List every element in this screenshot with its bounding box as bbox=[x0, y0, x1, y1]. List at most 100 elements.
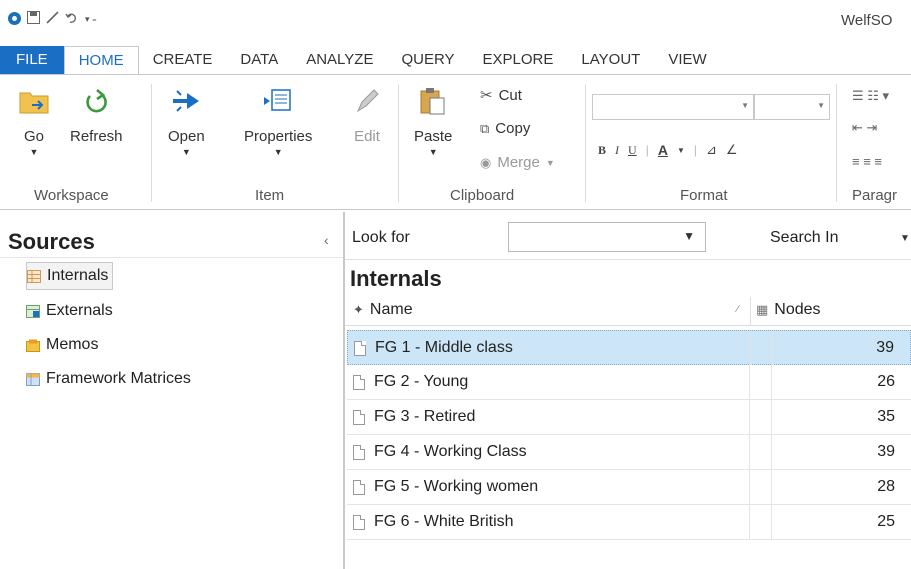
customize-icon[interactable]: ▾ ₌ bbox=[85, 12, 97, 26]
framework-matrices-icon bbox=[26, 372, 40, 386]
bold-button[interactable]: B bbox=[598, 143, 606, 158]
group-label-paragraph: Paragr bbox=[852, 187, 898, 204]
table-row[interactable]: FG 1 - Middle class 39 bbox=[347, 330, 911, 365]
search-in-button[interactable]: Search In bbox=[770, 229, 838, 247]
paste-icon bbox=[414, 84, 452, 118]
underline-button[interactable]: U bbox=[628, 143, 637, 158]
chevron-down-icon: ▼ bbox=[273, 147, 283, 157]
chevron-down-icon: ▼ bbox=[545, 157, 555, 168]
cell-separator bbox=[749, 400, 750, 434]
ribbon-separator bbox=[151, 84, 152, 202]
cell-separator bbox=[749, 505, 750, 539]
chevron-down-icon: ▼ bbox=[817, 101, 825, 110]
tab-analyze[interactable]: ANALYZE bbox=[292, 46, 387, 74]
table-row[interactable]: FG 4 - Working Class 39 bbox=[347, 435, 911, 470]
ribbon-separator bbox=[836, 84, 837, 202]
table-row[interactable]: FG 5 - Working women 28 bbox=[347, 470, 911, 505]
chevron-down-icon: ▼ bbox=[676, 145, 685, 155]
cell-separator bbox=[771, 435, 772, 469]
tab-explore[interactable]: EXPLORE bbox=[469, 46, 568, 74]
save-icon[interactable] bbox=[27, 11, 40, 26]
tab-data[interactable]: DATA bbox=[226, 46, 292, 74]
font-family-combo[interactable]: ▼ bbox=[592, 94, 754, 120]
refresh-button[interactable]: Refresh bbox=[70, 84, 123, 145]
tab-home[interactable]: HOME bbox=[63, 46, 139, 74]
document-icon bbox=[353, 515, 365, 530]
document-icon bbox=[353, 445, 365, 460]
title-bar: ▾ ₌ WelfSO bbox=[0, 0, 911, 46]
chevron-down-icon[interactable]: ▼ bbox=[683, 229, 695, 243]
column-header-name[interactable]: ✦ Name bbox=[353, 301, 413, 319]
look-for-input[interactable]: ▼ bbox=[508, 222, 706, 252]
memos-icon bbox=[26, 339, 40, 352]
table-row[interactable]: FG 6 - White British 25 bbox=[347, 505, 911, 540]
chevron-down-icon: ▼ bbox=[181, 147, 191, 157]
go-folder-icon bbox=[18, 84, 50, 118]
tab-file[interactable]: FILE bbox=[0, 46, 64, 74]
cell-separator bbox=[749, 435, 750, 469]
merge-button[interactable]: ◉ Merge ▼ bbox=[480, 154, 555, 171]
clear-format-icon[interactable]: ∠ bbox=[726, 142, 738, 158]
indent-icon[interactable]: ⇤ ⇥ bbox=[852, 120, 877, 136]
undo-icon[interactable] bbox=[65, 11, 79, 26]
column-header-nodes[interactable]: ▦ Nodes bbox=[756, 301, 821, 319]
merge-icon: ◉ bbox=[480, 154, 492, 170]
quick-access-toolbar: ▾ ₌ bbox=[8, 11, 97, 26]
externals-icon bbox=[26, 304, 40, 318]
toolbar-divider: | bbox=[693, 143, 697, 157]
font-color-button[interactable]: A bbox=[658, 142, 668, 158]
cell-separator bbox=[749, 470, 750, 504]
edit-button[interactable]: Edit bbox=[354, 84, 380, 145]
refresh-icon bbox=[70, 84, 123, 118]
app-icon[interactable] bbox=[8, 12, 21, 25]
nav-item-memos[interactable]: Memos bbox=[26, 331, 98, 359]
cell-separator bbox=[771, 470, 772, 504]
chevron-down-icon: ▼ bbox=[741, 101, 749, 110]
bullet-list-icon[interactable]: ☰ ☷ ▾ bbox=[852, 88, 889, 104]
tab-query[interactable]: QUERY bbox=[387, 46, 468, 74]
format-toolbar: B I U | A ▼ | ⊿ ∠ bbox=[598, 142, 738, 158]
tab-view[interactable]: VIEW bbox=[654, 46, 720, 74]
table-row[interactable]: FG 2 - Young 26 bbox=[347, 365, 911, 400]
scissors-icon: ✂ bbox=[480, 87, 493, 104]
chevron-down-icon[interactable]: ▼ bbox=[900, 233, 910, 244]
group-label-workspace: Workspace bbox=[34, 187, 109, 204]
open-icon bbox=[168, 84, 205, 118]
cell-separator bbox=[750, 331, 751, 365]
paste-button[interactable]: Paste ▼ bbox=[414, 84, 452, 157]
window-title: WelfSO bbox=[841, 12, 893, 29]
collapse-panel-icon[interactable]: ‹ bbox=[324, 232, 329, 248]
group-label-format: Format bbox=[680, 187, 728, 204]
cell-separator bbox=[772, 331, 773, 365]
nav-item-internals[interactable]: Internals bbox=[26, 262, 114, 290]
tab-layout[interactable]: LAYOUT bbox=[567, 46, 654, 74]
italic-button[interactable]: I bbox=[615, 143, 619, 158]
document-icon bbox=[353, 375, 365, 390]
open-button[interactable]: Open ▼ bbox=[168, 84, 205, 157]
pen-icon[interactable] bbox=[46, 11, 59, 26]
properties-button[interactable]: Properties ▼ bbox=[244, 84, 312, 157]
ribbon-separator bbox=[398, 84, 399, 202]
highlight-icon[interactable]: ⊿ bbox=[706, 142, 717, 158]
list-title: Internals bbox=[350, 266, 442, 291]
internals-icon bbox=[27, 269, 41, 283]
copy-icon: ⧉ bbox=[480, 120, 490, 136]
cell-separator bbox=[749, 365, 750, 399]
go-button[interactable]: Go ▼ bbox=[18, 84, 50, 157]
chevron-down-icon: ▼ bbox=[29, 147, 39, 157]
column-separator[interactable] bbox=[750, 297, 751, 325]
nav-item-externals[interactable]: Externals bbox=[26, 297, 113, 325]
align-icon[interactable]: ≡ ≡ ≡ bbox=[852, 154, 882, 169]
font-size-combo[interactable]: ▼ bbox=[754, 94, 830, 120]
document-icon bbox=[353, 480, 365, 495]
table-row[interactable]: FG 3 - Retired 35 bbox=[347, 400, 911, 435]
ribbon-tabs: FILE HOME CREATE DATA ANALYZE QUERY EXPL… bbox=[0, 46, 911, 74]
pin-icon: ✦ bbox=[353, 302, 364, 317]
tab-create[interactable]: CREATE bbox=[139, 46, 227, 74]
cut-button[interactable]: ✂ Cut bbox=[480, 86, 522, 105]
copy-button[interactable]: ⧉ Copy bbox=[480, 120, 530, 137]
nav-item-framework-matrices[interactable]: Framework Matrices bbox=[26, 365, 191, 393]
panel-splitter[interactable] bbox=[343, 212, 345, 569]
column-header-row bbox=[345, 296, 911, 326]
toolbar-divider: | bbox=[645, 143, 649, 157]
